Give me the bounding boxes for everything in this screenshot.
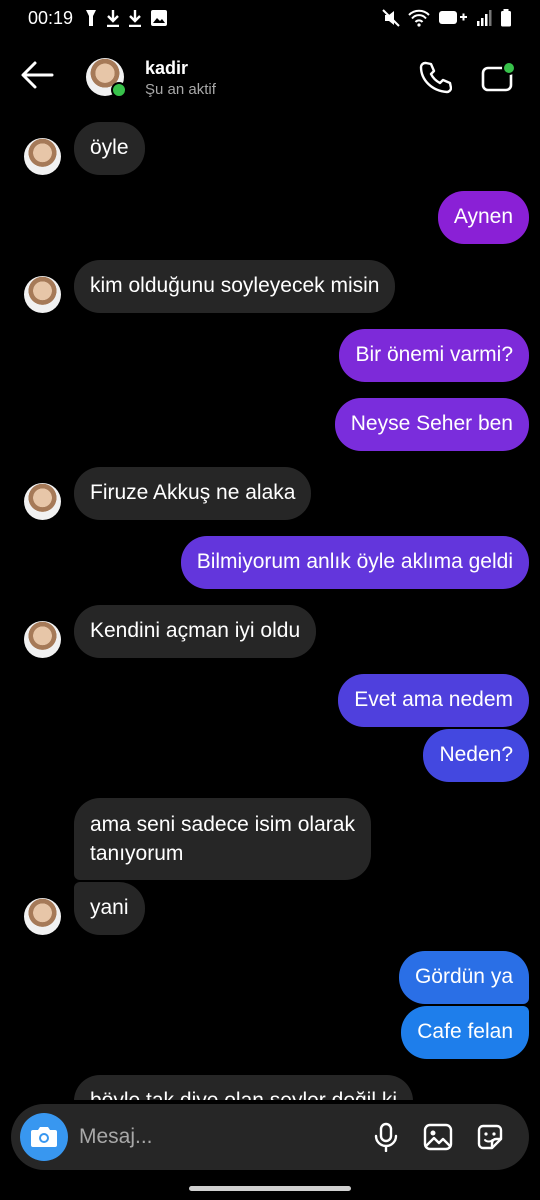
gallery-icon[interactable] [423, 1122, 453, 1152]
phone-icon[interactable] [418, 60, 452, 94]
download-icon-2 [129, 10, 141, 27]
message-outgoing[interactable]: Neden? [423, 729, 529, 782]
status-time: 00:19 [28, 8, 74, 28]
message-outgoing[interactable]: Cafe felan [401, 1006, 529, 1059]
message-outgoing[interactable]: Evet ama nedem [338, 674, 529, 727]
back-arrow-icon[interactable] [20, 58, 54, 92]
message-line: tanıyorum [90, 842, 184, 865]
message-outgoing[interactable]: Bir önemi varmi? [339, 329, 529, 382]
message-avatar[interactable] [24, 276, 61, 313]
message-avatar[interactable] [24, 621, 61, 658]
camera-icon [31, 1127, 57, 1147]
image-notification-icon [151, 10, 167, 26]
wifi-icon [408, 9, 430, 27]
microphone-icon[interactable] [371, 1122, 401, 1152]
message-line: ama seni sadece isim olarak [90, 813, 355, 836]
message-outgoing[interactable]: Aynen [437, 191, 529, 244]
signal-icon [477, 10, 492, 26]
download-icon [107, 10, 119, 27]
chat-header: kadir Şu an aktif [0, 38, 540, 118]
message-incoming[interactable]: öyle [74, 122, 145, 175]
contact-status: Şu an aktif [145, 81, 216, 98]
message-incoming[interactable]: Firuze Akkuş ne alaka [74, 467, 312, 520]
contact-name[interactable]: kadir [145, 58, 188, 79]
message-incoming[interactable]: yani [74, 882, 145, 935]
online-indicator [111, 82, 127, 98]
mute-icon [382, 9, 400, 27]
message-composer: Mesaj... [11, 1104, 529, 1170]
battery-icon [501, 9, 511, 27]
camera-button[interactable] [20, 1113, 68, 1161]
status-bar: 00:19 [0, 0, 540, 38]
flashlight-icon [86, 10, 96, 26]
message-outgoing[interactable]: Bilmiyorum anlık öyle aklıma geldi [180, 536, 529, 589]
message-outgoing[interactable]: Gördün ya [398, 951, 529, 1004]
message-input[interactable]: Mesaj... [79, 1125, 153, 1149]
home-indicator[interactable] [189, 1186, 351, 1191]
message-incoming-multiline[interactable]: ama seni sadece isim olarak tanıyorum [74, 798, 371, 880]
message-avatar[interactable] [24, 898, 61, 935]
message-avatar[interactable] [24, 483, 61, 520]
sticker-icon[interactable] [475, 1122, 505, 1152]
message-avatar[interactable] [24, 138, 61, 175]
video-call-icon[interactable] [480, 60, 516, 94]
message-incoming[interactable]: kim olduğunu soyleyecek misin [74, 260, 396, 313]
message-outgoing[interactable]: Neyse Seher ben [334, 398, 529, 451]
message-incoming[interactable]: Kendini açman iyi oldu [74, 605, 317, 658]
hd-volte-icon [439, 11, 467, 24]
